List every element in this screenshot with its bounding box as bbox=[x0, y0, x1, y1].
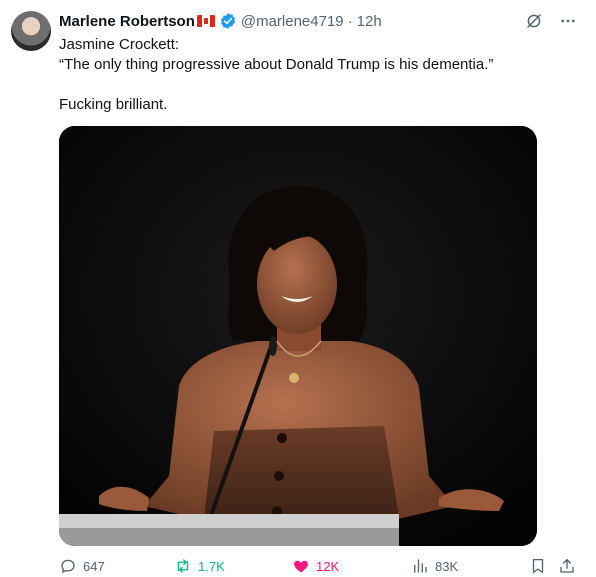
tweet-header: Marlene Robertson @marlene4719 · 12h bbox=[59, 11, 382, 31]
grok-icon[interactable] bbox=[524, 11, 544, 31]
bookmark-icon bbox=[532, 558, 544, 574]
repost-button[interactable]: 1.7K bbox=[174, 557, 225, 575]
reply-icon bbox=[61, 559, 75, 573]
separator: · bbox=[347, 12, 353, 30]
like-button[interactable]: 12K bbox=[292, 557, 339, 575]
view-count: 83K bbox=[435, 558, 459, 574]
tweet-text-line: Jasmine Crockett: bbox=[59, 36, 180, 53]
tweet[interactable]: Marlene Robertson @marlene4719 · 12h Jas… bbox=[0, 0, 596, 577]
heart-filled-icon bbox=[294, 560, 308, 573]
timestamp[interactable]: 12h bbox=[357, 13, 382, 30]
reply-button[interactable]: 647 bbox=[59, 557, 105, 575]
tweet-top-actions bbox=[524, 11, 578, 31]
more-icon[interactable] bbox=[558, 11, 578, 31]
canada-flag-icon bbox=[196, 15, 215, 27]
reply-count: 647 bbox=[83, 558, 105, 574]
repost-icon bbox=[177, 559, 189, 573]
share-button[interactable] bbox=[558, 557, 576, 575]
tweet-text-line: Fucking brilliant. bbox=[59, 96, 168, 113]
author-handle[interactable]: @marlene4719 bbox=[241, 13, 344, 30]
avatar[interactable] bbox=[11, 11, 51, 51]
tweet-photo[interactable] bbox=[59, 126, 537, 546]
author-name[interactable]: Marlene Robertson bbox=[59, 13, 195, 30]
tweet-text-spacer bbox=[59, 75, 579, 95]
bookmark-button[interactable] bbox=[529, 557, 547, 575]
like-count: 12K bbox=[316, 558, 340, 574]
share-icon bbox=[560, 558, 574, 573]
verified-badge-icon bbox=[220, 13, 235, 29]
tweet-text: Jasmine Crockett: “The only thing progre… bbox=[59, 35, 579, 115]
repost-count: 1.7K bbox=[198, 558, 225, 574]
tweet-actions: 647 1.7K 12K 83K bbox=[59, 555, 579, 577]
views-icon bbox=[414, 559, 427, 573]
views-button[interactable]: 83K bbox=[411, 557, 458, 575]
speaker-photo bbox=[59, 126, 537, 546]
tweet-text-line: “The only thing progressive about Donald… bbox=[59, 56, 494, 73]
